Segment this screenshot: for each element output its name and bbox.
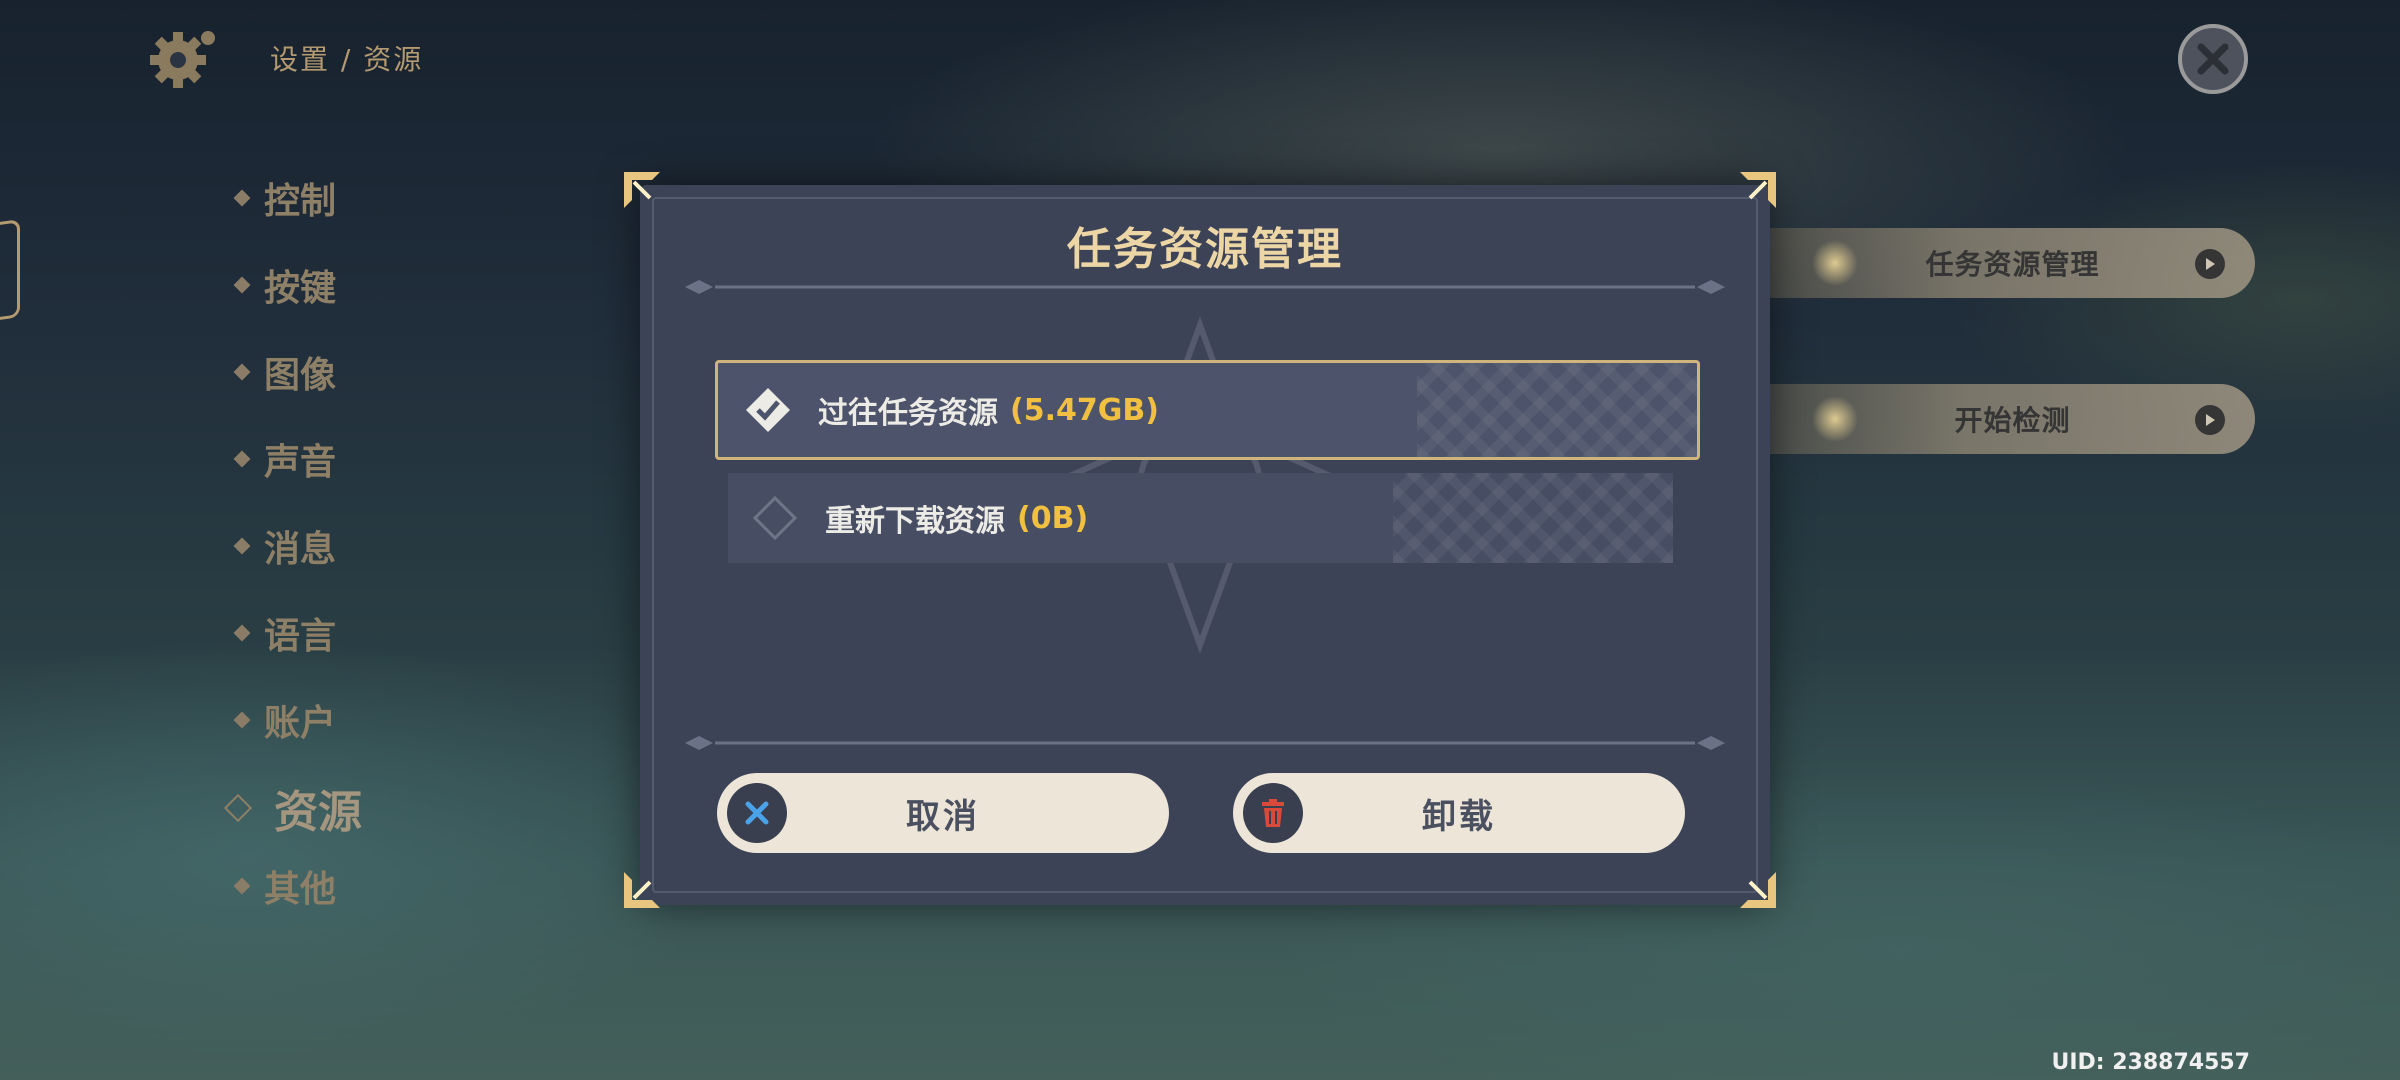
option-label: 重新下载资源: [825, 504, 1005, 539]
sparkle-icon: [1810, 238, 1860, 288]
diamond-icon: [233, 711, 251, 729]
menu-item-label: 消息: [264, 529, 337, 570]
menu-item-label: 控制: [264, 181, 337, 222]
diamond-icon: [233, 877, 251, 895]
cancel-button[interactable]: 取消: [717, 773, 1169, 853]
option-size: (0B): [1017, 500, 1089, 536]
cancel-label: 取消: [906, 796, 980, 837]
option-pattern: [1393, 473, 1673, 563]
start-check-button[interactable]: 开始检测: [1770, 384, 2255, 454]
cancel-x-icon: [727, 783, 787, 843]
resource-manage-dialog: 任务资源管理 过往任务资源 (5.47GB) 重新下载资源 (0B) 取消 卸载: [640, 185, 1770, 905]
menu-item-graphics[interactable]: 图像: [233, 342, 337, 402]
corner-ornament-icon: [1740, 172, 1776, 208]
menu-item-label: 语言: [264, 616, 337, 657]
side-tab-marker: [0, 219, 20, 323]
menu-item-label: 其他: [264, 869, 337, 910]
option-pattern: [1417, 363, 1697, 457]
play-arrow-icon: [2195, 249, 2225, 279]
diamond-icon: [233, 624, 251, 642]
uninstall-button[interactable]: 卸载: [1233, 773, 1685, 853]
menu-item-controls[interactable]: 控制: [233, 168, 337, 228]
right-button-label: 任务资源管理: [1925, 248, 2100, 281]
diamond-icon: [233, 537, 251, 555]
close-button[interactable]: [2178, 24, 2248, 94]
option-redownload-resources[interactable]: 重新下载资源 (0B): [728, 473, 1673, 563]
breadcrumb: 设置 / 资源: [270, 43, 424, 76]
menu-item-account[interactable]: 账户: [233, 690, 337, 750]
trash-icon: [1243, 783, 1303, 843]
menu-item-other[interactable]: 其他: [233, 856, 337, 916]
checked-diamond-icon: [746, 388, 790, 432]
menu-item-label: 按键: [264, 268, 337, 309]
corner-ornament-icon: [1740, 872, 1776, 908]
menu-item-messages[interactable]: 消息: [233, 516, 337, 576]
diamond-icon: [233, 276, 251, 294]
option-size: (5.47GB): [1010, 392, 1159, 428]
unchecked-diamond-icon: [752, 495, 798, 541]
menu-item-label: 图像: [264, 355, 337, 396]
dialog-title: 任务资源管理: [1067, 224, 1343, 275]
menu-item-label: 账户: [264, 703, 337, 744]
diamond-icon: [233, 363, 251, 381]
menu-item-label: 资源: [274, 787, 362, 838]
corner-ornament-icon: [624, 872, 660, 908]
menu-item-language[interactable]: 语言: [233, 603, 337, 663]
uninstall-label: 卸载: [1422, 796, 1496, 837]
diamond-icon: [233, 450, 251, 468]
right-button-label: 开始检测: [1954, 404, 2071, 437]
menu-item-resources[interactable]: 资源: [223, 770, 362, 846]
diamond-icon: [223, 793, 253, 823]
ornament-divider: [685, 280, 1725, 294]
gear-icon: [150, 31, 215, 88]
option-label: 过往任务资源: [818, 396, 998, 431]
ornament-divider: [685, 736, 1725, 750]
task-resource-manage-button[interactable]: 任务资源管理: [1770, 228, 2255, 298]
corner-ornament-icon: [624, 172, 660, 208]
close-icon: [2197, 43, 2229, 75]
diamond-icon: [233, 189, 251, 207]
menu-item-audio[interactable]: 声音: [233, 429, 337, 489]
play-arrow-icon: [2195, 405, 2225, 435]
menu-item-label: 声音: [264, 442, 337, 483]
uid-label: UID: 238874557: [2051, 1050, 2250, 1075]
sparkle-icon: [1810, 394, 1860, 444]
menu-item-keybinds[interactable]: 按键: [233, 255, 337, 315]
option-past-task-resources[interactable]: 过往任务资源 (5.47GB): [715, 360, 1700, 460]
